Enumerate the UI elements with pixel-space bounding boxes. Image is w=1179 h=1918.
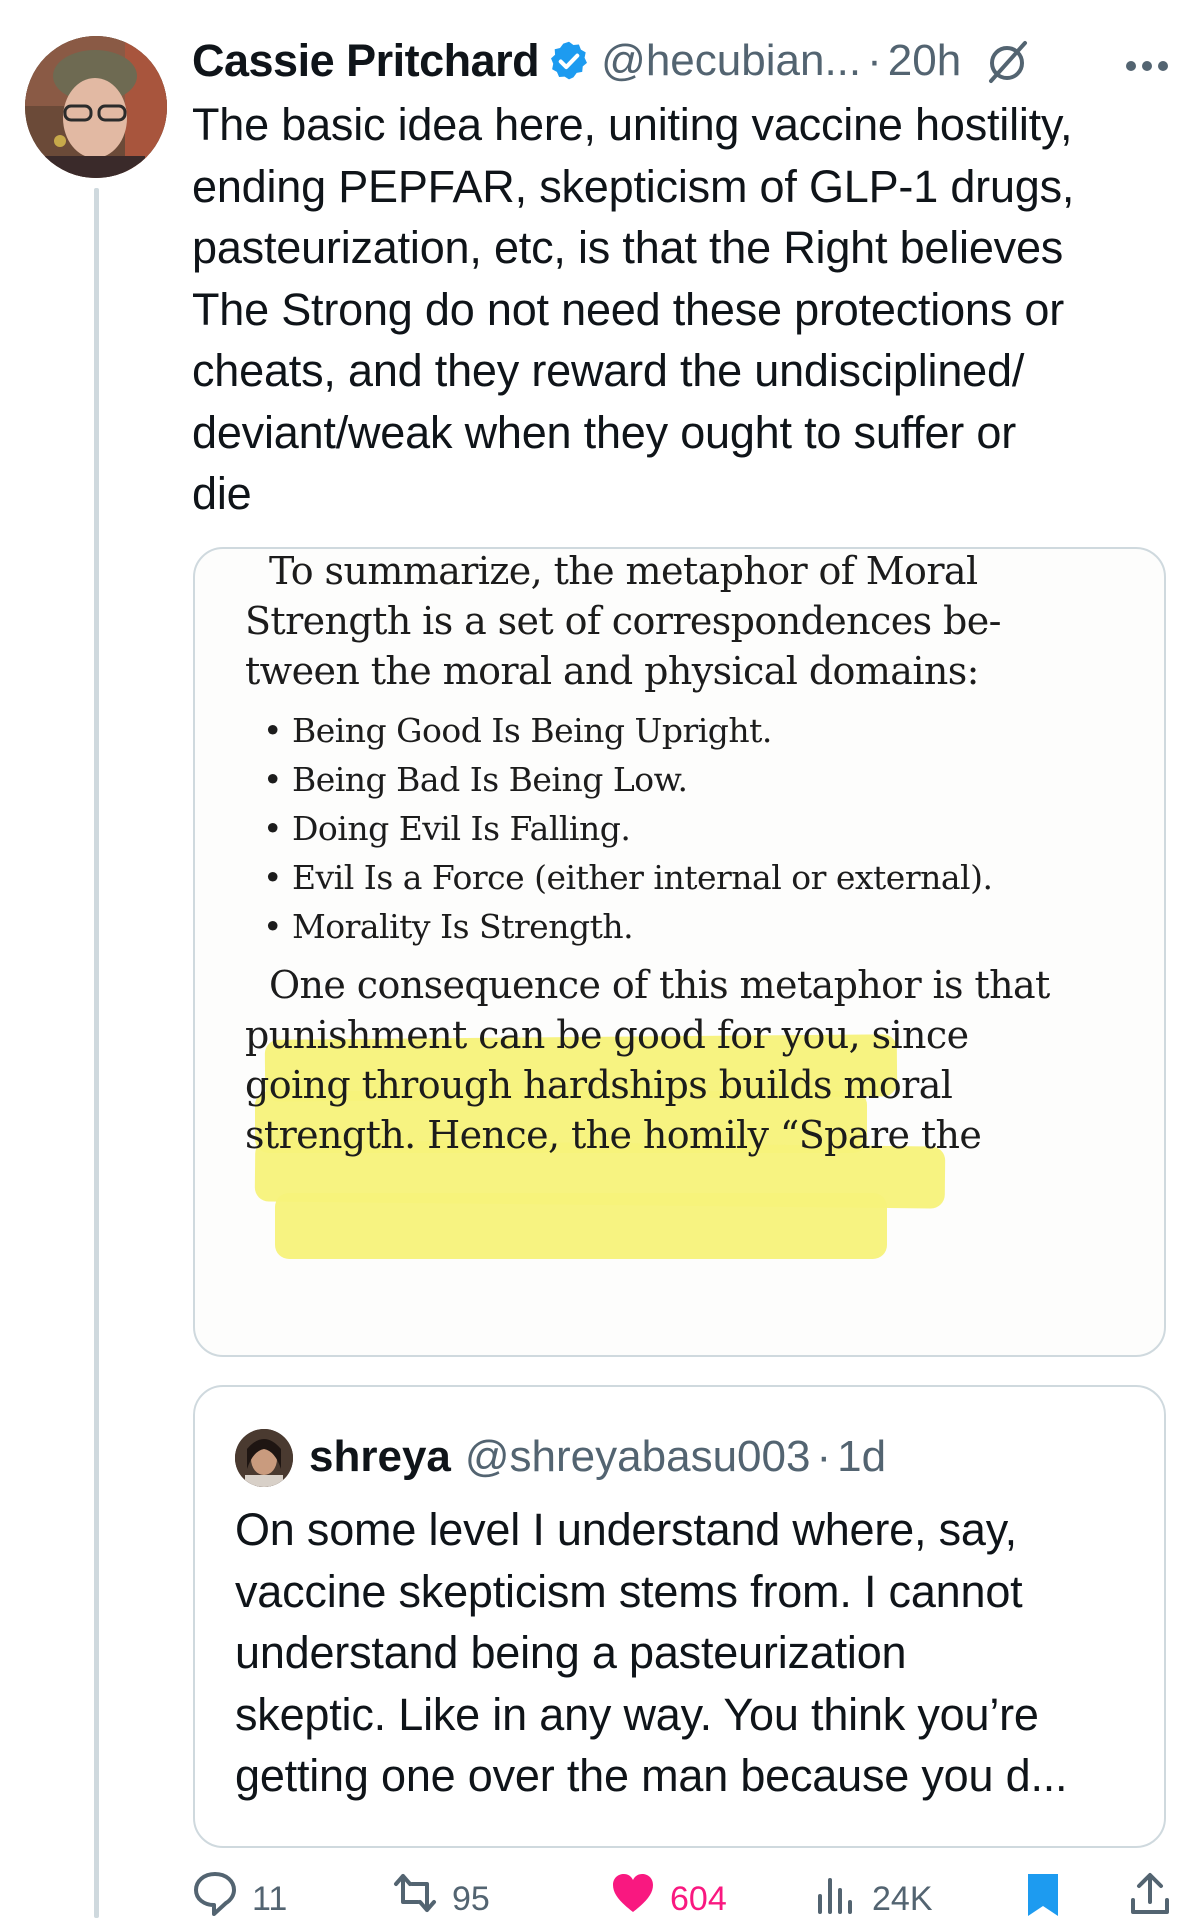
author-avatar-image — [25, 36, 167, 178]
book-bullet: • Morality Is Strength. — [263, 907, 634, 946]
share-icon — [1131, 1873, 1169, 1914]
repost-count: 95 — [452, 1880, 490, 1918]
tweet-text: The basic idea here, uniting vaccine hos… — [192, 94, 1167, 525]
book-text-line: strength. Hence, the homily “Spare the — [245, 1113, 982, 1157]
share-button[interactable] — [1127, 1870, 1173, 1916]
like-button[interactable]: 604 — [610, 1870, 727, 1918]
quoted-tweet[interactable]: shreya @shreyabasu003 · 1d On some level… — [193, 1385, 1166, 1848]
quoted-tweet-timestamp[interactable]: 1d — [837, 1432, 886, 1482]
attached-book-image[interactable]: To summarize, the metaphor of Moral Stre… — [193, 547, 1166, 1357]
tweet-text-line: The Strong do not need these protections… — [192, 283, 1064, 335]
mute-icon[interactable] — [983, 37, 1031, 85]
book-bullet: • Being Good Is Being Upright. — [263, 711, 772, 750]
book-text-line: One consequence of this metaphor is that — [269, 963, 1050, 1007]
quoted-author-avatar[interactable] — [235, 1429, 293, 1487]
tweet-action-bar: 11 95 604 24K — [192, 1870, 1179, 1918]
tweet-text-line: deviant/weak when they ought to suffer o… — [192, 406, 1016, 458]
author-handle[interactable]: @hecubian... — [601, 36, 861, 86]
reply-button[interactable]: 11 — [192, 1870, 287, 1918]
book-bullet: • Being Bad Is Being Low. — [263, 760, 688, 799]
more-icon[interactable] — [1125, 60, 1169, 72]
quoted-text-line: getting one over the man because you d..… — [235, 1750, 1068, 1801]
tweet-header: Cassie Pritchard @hecubian... · 20h — [192, 32, 1031, 90]
views-button[interactable]: 24K — [812, 1870, 933, 1918]
quoted-avatar-image — [235, 1429, 293, 1487]
book-bullet: • Evil Is a Force (either internal or ex… — [263, 858, 993, 897]
quoted-text-line: vaccine skepticism stems from. I cannot — [235, 1565, 1023, 1617]
like-icon — [613, 1874, 653, 1912]
book-text-line: going through hardships builds moral — [245, 1063, 953, 1107]
book-text-line: To summarize, the metaphor of Moral — [269, 549, 978, 593]
quoted-tweet-text: On some level I understand where, say, v… — [235, 1499, 1140, 1807]
tweet-text-line: The basic idea here, uniting vaccine hos… — [192, 99, 1073, 150]
highlighter-mark — [275, 1193, 887, 1259]
quoted-tweet-header: shreya @shreyabasu003 · 1d — [309, 1427, 886, 1487]
tweet-text-line: pasteurization, etc, is that the Right b… — [192, 222, 1064, 273]
bookmark-icon — [1028, 1874, 1058, 1916]
tweet-text-line: cheats, and they reward the undiscipline… — [192, 345, 1025, 396]
bookmark-button[interactable] — [1020, 1870, 1066, 1916]
author-name[interactable]: Cassie Pritchard — [192, 35, 540, 87]
view-count: 24K — [872, 1880, 933, 1918]
like-count: 604 — [670, 1880, 727, 1918]
reply-count: 11 — [252, 1880, 288, 1918]
views-icon — [818, 1878, 852, 1914]
repost-button[interactable]: 95 — [392, 1870, 490, 1918]
separator-dot: · — [867, 36, 882, 85]
author-avatar[interactable] — [25, 36, 167, 178]
book-page-excerpt: To summarize, the metaphor of Moral Stre… — [195, 549, 1164, 1355]
repost-icon — [394, 1874, 436, 1912]
quoted-text-line: understand being a pasteurization — [235, 1627, 907, 1678]
thread-connector-line — [94, 188, 99, 1918]
reply-icon — [194, 1872, 236, 1916]
quoted-author-name[interactable]: shreya — [309, 1432, 451, 1482]
book-text-line: Strength is a set of correspondences be- — [245, 599, 1001, 643]
quoted-text-line: skeptic. Like in any way. You think you’… — [235, 1688, 1039, 1740]
book-bullet: • Doing Evil Is Falling. — [263, 809, 631, 848]
tweet-timestamp[interactable]: 20h — [888, 36, 961, 86]
quoted-text-line: On some level I understand where, say, — [235, 1504, 1017, 1555]
book-text-line: tween the moral and physical domains: — [245, 649, 979, 693]
tweet-text-line: die — [192, 468, 252, 519]
separator-dot: · — [816, 1432, 832, 1481]
verified-badge-icon[interactable] — [547, 39, 591, 83]
tweet-text-line: ending PEPFAR, skepticism of GLP-1 drugs… — [192, 160, 1075, 212]
quoted-author-handle[interactable]: @shreyabasu003 — [465, 1432, 811, 1482]
book-text-line: punishment can be good for you, since — [245, 1013, 969, 1057]
